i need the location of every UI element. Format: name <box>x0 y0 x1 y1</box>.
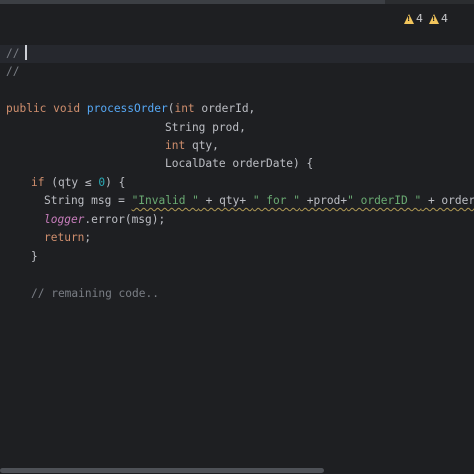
code-line-signature[interactable]: public void processOrder(int orderId, <box>6 100 255 118</box>
logger-error-call: .error(msg); <box>84 213 166 226</box>
code-line-return[interactable]: return; <box>44 229 91 247</box>
comment-text: // <box>6 65 20 78</box>
warnings-count: 4 <box>416 12 423 25</box>
code-editor[interactable]: 4 4 // // public void processOrder(int o… <box>0 0 474 474</box>
text-caret <box>25 45 28 60</box>
string-for: " for " <box>252 194 300 207</box>
keyword-if: if <box>31 176 45 189</box>
param-orderid: orderId, <box>194 102 256 115</box>
param-qty: qty, <box>185 139 219 152</box>
logger-field: logger <box>44 213 85 226</box>
keyword-void: void <box>53 102 81 115</box>
inspection-widget[interactable]: 4 4 <box>404 12 448 25</box>
current-line-highlight <box>0 45 474 63</box>
code-line-param-date[interactable]: LocalDate orderDate) { <box>165 155 313 173</box>
comment-text: // <box>6 47 20 60</box>
weak-warnings-indicator[interactable]: 4 <box>429 12 448 25</box>
msg-declaration: String msg = <box>44 194 132 207</box>
string-invalid: "Invalid " <box>131 194 199 207</box>
code-line-msg[interactable]: String msg = "Invalid " + qty+ " for " +… <box>44 192 474 210</box>
code-line-1[interactable]: // <box>6 45 28 63</box>
param-orderdate: LocalDate orderDate) { <box>165 157 314 170</box>
semicolon: ; <box>84 231 92 244</box>
top-scroll-thumb <box>0 0 385 4</box>
keyword-public: public <box>6 102 47 115</box>
concat-expression: "Invalid " + qty+ " for " +prod+" orderI… <box>132 194 474 207</box>
if-condition-open: (qty <box>44 176 85 189</box>
string-orderid: " orderID " <box>347 194 422 207</box>
vertical-scrollbar[interactable] <box>470 36 474 466</box>
remaining-code-comment: // remaining code.. <box>31 287 159 300</box>
horizontal-scrollbar[interactable] <box>0 466 474 474</box>
concat-prod: +prod+ <box>299 194 348 207</box>
code-line-2[interactable]: // <box>6 63 19 81</box>
top-scroll-edge <box>0 0 474 4</box>
concat-qty: + qty+ <box>198 194 253 207</box>
code-line-comment[interactable]: // remaining code.. <box>31 285 159 303</box>
concat-orderid: + orderId; <box>427 194 474 207</box>
method-name: processOrder <box>86 102 168 115</box>
weak-warnings-count: 4 <box>441 12 448 25</box>
horizontal-scroll-thumb[interactable] <box>0 468 324 473</box>
code-line-close-brace[interactable]: } <box>31 248 38 266</box>
weak-warning-icon <box>429 13 439 24</box>
closing-brace: } <box>31 250 38 263</box>
warning-icon <box>404 13 414 24</box>
keyword-return: return <box>44 231 85 244</box>
keyword-int: int <box>165 139 186 152</box>
if-condition-close: ) { <box>105 176 126 189</box>
code-line-param-prod[interactable]: String prod, <box>165 119 246 137</box>
code-line-if[interactable]: if (qty ≤ 0) { <box>31 174 125 192</box>
param-prod: String prod, <box>165 121 246 134</box>
less-equal-operator: ≤ <box>84 176 92 189</box>
keyword-int: int <box>174 102 195 115</box>
warnings-indicator[interactable]: 4 <box>404 12 423 25</box>
code-line-logger[interactable]: logger.error(msg); <box>44 211 165 229</box>
code-line-param-qty[interactable]: int qty, <box>165 137 219 155</box>
